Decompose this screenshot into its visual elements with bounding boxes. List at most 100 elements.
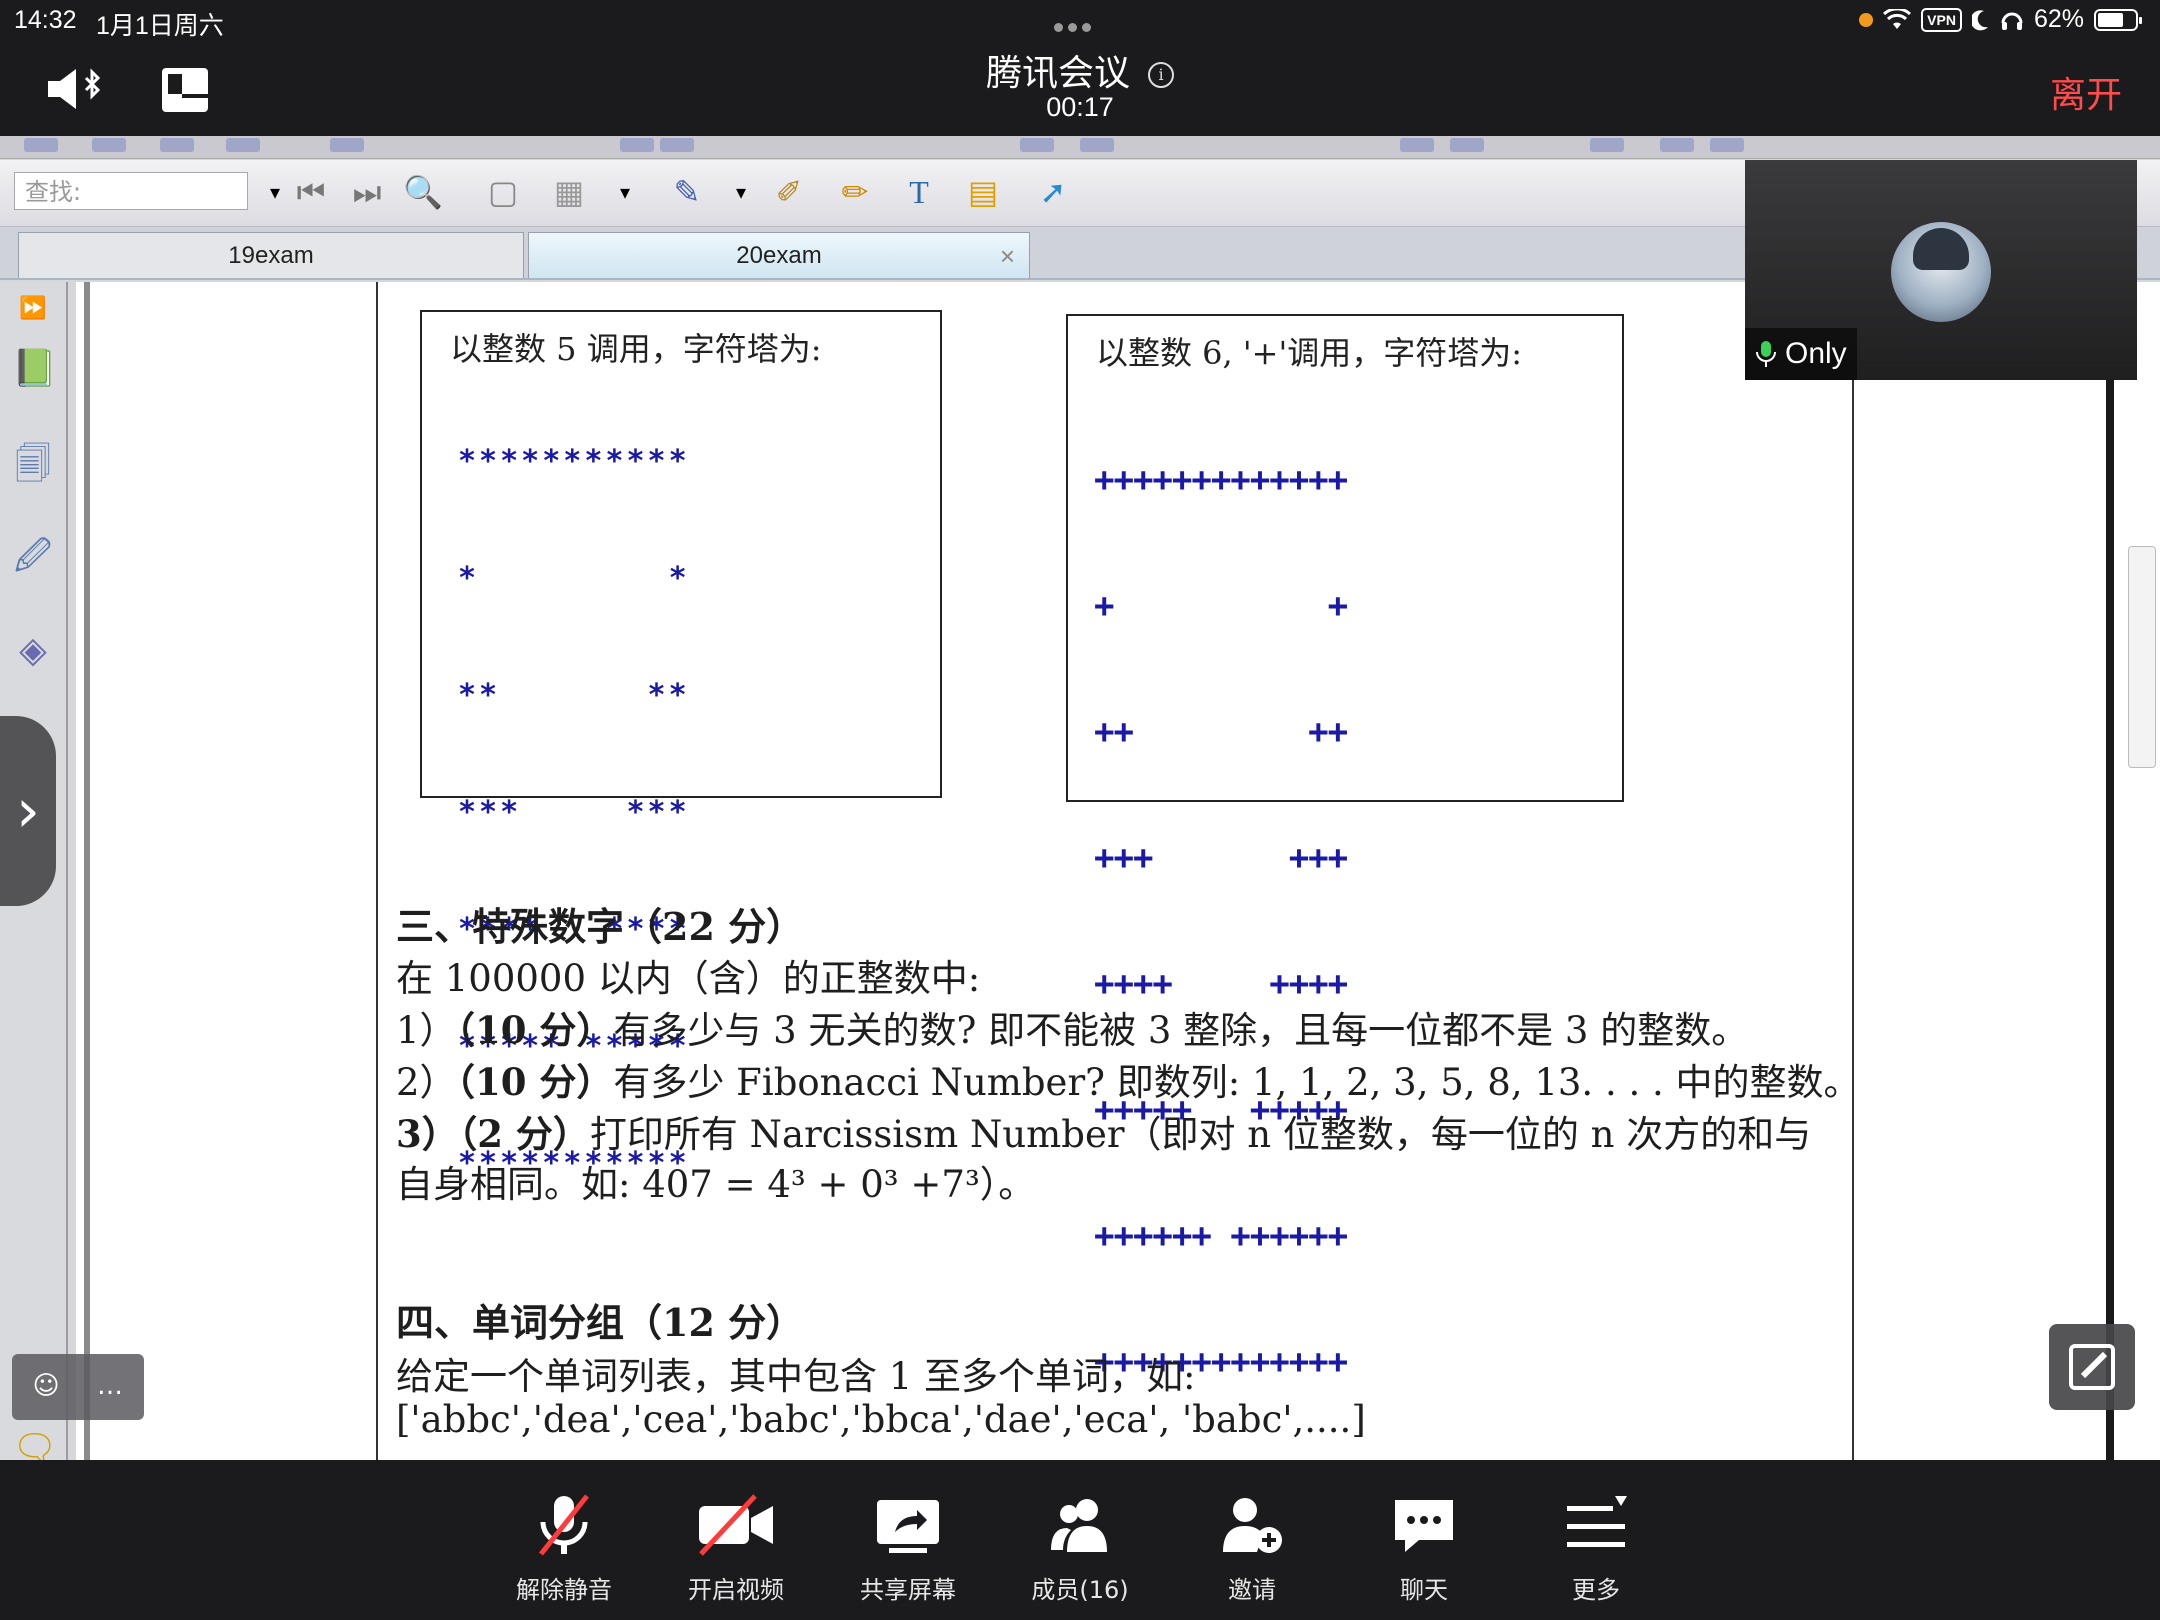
section-4-intro: 给定一个单词列表，其中包含 1 至多个单词，如: xyxy=(396,1355,1196,1398)
pattern-dropdown-icon[interactable]: ▾ xyxy=(602,170,648,214)
leave-button[interactable]: 离开 xyxy=(2050,66,2122,118)
more-label: 更多 xyxy=(1572,1576,1620,1604)
expand-sidebar-icon[interactable]: ⏩ xyxy=(12,286,54,332)
section-3-intro: 在 100000 以内（含）的正整数中: xyxy=(396,957,981,1000)
page-divider xyxy=(84,282,90,1460)
battery-percent: 62% xyxy=(2033,5,2084,33)
section-4-example: ['abbc','dea','cea','babc','bbca','dae',… xyxy=(396,1398,1366,1441)
unmute-button[interactable]: 解除静音 xyxy=(494,1460,634,1620)
comment-tool-icon[interactable]: ▤ xyxy=(960,170,1006,214)
tab-label: 19exam xyxy=(228,242,314,269)
scrollbar-thumb[interactable] xyxy=(2128,546,2156,768)
meeting-title-text: 腾讯会议 xyxy=(985,53,1130,94)
viewer-menu-strip xyxy=(0,136,2160,159)
participant-name: Only xyxy=(1785,337,1847,370)
mic-muted-icon xyxy=(539,1494,589,1556)
search-input[interactable]: 查找: xyxy=(14,172,248,210)
more-menu-icon xyxy=(1567,1496,1627,1547)
bookmarks-icon[interactable]: 📗 xyxy=(12,346,57,392)
comments-panel-icon[interactable]: 🗨 xyxy=(12,1426,58,1460)
text-tool-icon[interactable]: T xyxy=(896,170,942,214)
more-button[interactable]: 更多 xyxy=(1526,1460,1666,1620)
multitask-dots-icon[interactable] xyxy=(1054,10,1100,32)
bottom-toolbar: 解除静音 开启视频 共享屏幕 成员(16) 邀请 聊天 更多 xyxy=(0,1460,2160,1620)
section-4-title: 四、单词分组（12 分） xyxy=(396,1300,805,1345)
question-number: 1） xyxy=(396,1009,457,1052)
avatar xyxy=(1891,222,1991,322)
question-2: 2）（10 分）有多少 Fibonacci Number? 即数列: 1, 1,… xyxy=(396,1052,1861,1106)
participants-icon xyxy=(1051,1499,1107,1552)
invite-button[interactable]: 邀请 xyxy=(1182,1460,1322,1620)
battery-icon xyxy=(2094,8,2142,31)
edit-dropdown-icon[interactable]: ▾ xyxy=(718,170,764,214)
meeting-header: 腾讯会议 i 00:17 离开 xyxy=(0,40,2160,136)
example-box-1: 以整数 5 调用，字符塔为: *********** * * ** ** ***… xyxy=(420,310,942,1181)
mic-on-icon xyxy=(1756,341,1776,367)
page-left-border xyxy=(376,282,378,1460)
share-screen-icon xyxy=(877,1500,939,1553)
headphones-icon xyxy=(2001,12,2023,30)
participants-label: 成员(16) xyxy=(1031,1576,1129,1604)
participants-button[interactable]: 成员(16) xyxy=(1010,1460,1150,1620)
info-icon[interactable]: i xyxy=(1148,62,1174,88)
start-video-button[interactable]: 开启视频 xyxy=(666,1460,806,1620)
tab-19exam[interactable]: 19exam xyxy=(18,232,524,278)
layers-icon[interactable]: ◈ xyxy=(12,628,54,674)
example-box-2: 以整数 6, '+'调用，字符塔为: +++++++++++++ + + ++ … xyxy=(1066,314,1624,1382)
pattern-row: * * xyxy=(458,561,690,596)
chat-bubble-icon[interactable]: … xyxy=(92,1368,128,1404)
pattern-tool-icon[interactable]: ▦ xyxy=(546,170,592,214)
question-3: 3）（2 分）打印所有 Narcissism Number（即对 n 位整数，每… xyxy=(396,1104,1811,1158)
self-video-tile[interactable]: Only xyxy=(1745,160,2137,380)
edit-note-icon[interactable]: ✎ xyxy=(664,170,710,214)
vpn-badge: VPN xyxy=(1921,7,1962,32)
question-3-continued: 自身相同。如: 407 = 4³ + 0³ +7³）。 xyxy=(396,1163,1036,1206)
pattern-row: ++ ++ xyxy=(1094,712,1348,752)
find-advanced-icon[interactable]: 🔍 xyxy=(400,170,446,214)
pattern-row: *** *** xyxy=(458,795,690,830)
pattern-row: +++++++++++++ xyxy=(1094,460,1348,500)
meeting-timer: 00:17 xyxy=(1046,92,1114,122)
chat-icon xyxy=(1395,1500,1453,1552)
question-number: 2） xyxy=(396,1061,457,1104)
unmute-label: 解除静音 xyxy=(516,1576,612,1604)
question-text: 有多少与 3 无关的数? 即不能被 3 整除，且每一位都不是 3 的整数。 xyxy=(613,1009,1749,1052)
section-3-title: 三、特殊数字（22 分） xyxy=(396,904,805,949)
chat-button[interactable]: 聊天 xyxy=(1354,1460,1494,1620)
tab-20exam[interactable]: 20exam × xyxy=(528,232,1030,278)
find-previous-icon[interactable]: ⏮ xyxy=(288,170,334,214)
question-points: （10 分） xyxy=(456,1008,614,1052)
tab-label: 20exam xyxy=(736,242,822,269)
status-time: 14:32 xyxy=(14,6,77,34)
emoji-icon[interactable]: ☺ xyxy=(28,1368,64,1404)
scrollbar-track[interactable] xyxy=(2106,282,2114,1460)
start-video-label: 开启视频 xyxy=(688,1576,784,1604)
close-tab-icon[interactable]: × xyxy=(1000,233,1015,279)
annotate-button[interactable] xyxy=(2049,1324,2135,1410)
page-right-border xyxy=(1852,282,1854,1460)
arrow-tool-icon[interactable]: ➚ xyxy=(1030,170,1076,214)
expand-panel-chevron-icon[interactable]: › xyxy=(0,716,56,906)
invite-label: 邀请 xyxy=(1228,1576,1276,1604)
participant-name-tag: Only xyxy=(1745,328,1857,380)
floating-mini-controls: ☺ … xyxy=(12,1354,144,1420)
share-screen-label: 共享屏幕 xyxy=(860,1576,956,1604)
select-tool-icon[interactable]: ▢ xyxy=(480,170,526,214)
pencil-tool-icon[interactable]: ✏ xyxy=(832,170,878,214)
example-caption: 以整数 5 调用，字符塔为: xyxy=(450,330,822,368)
wifi-icon xyxy=(1883,8,1912,29)
pattern-row: ** ** xyxy=(458,678,690,713)
invite-person-icon xyxy=(1223,1498,1282,1553)
share-screen-button[interactable]: 共享屏幕 xyxy=(838,1460,978,1620)
annotations-icon[interactable]: 🖉 xyxy=(12,534,54,580)
mic-indicator-icon xyxy=(1859,12,1874,27)
pattern-row: + + xyxy=(1094,586,1348,626)
pages-icon[interactable]: 🗐 xyxy=(12,442,54,488)
highlight-tool-icon[interactable]: ✐ xyxy=(766,170,812,214)
moon-icon xyxy=(1971,9,1988,30)
question-text: 打印所有 Narcissism Number（即对 n 位整数，每一位的 n 次… xyxy=(589,1113,1812,1156)
question-text: 有多少 Fibonacci Number? 即数列: 1, 1, 2, 3, 5… xyxy=(613,1061,1861,1104)
status-date: 1月1日周六 xyxy=(96,12,224,40)
meeting-title[interactable]: 腾讯会议 i xyxy=(0,44,2160,96)
find-next-icon[interactable]: ⏭ xyxy=(344,170,390,214)
